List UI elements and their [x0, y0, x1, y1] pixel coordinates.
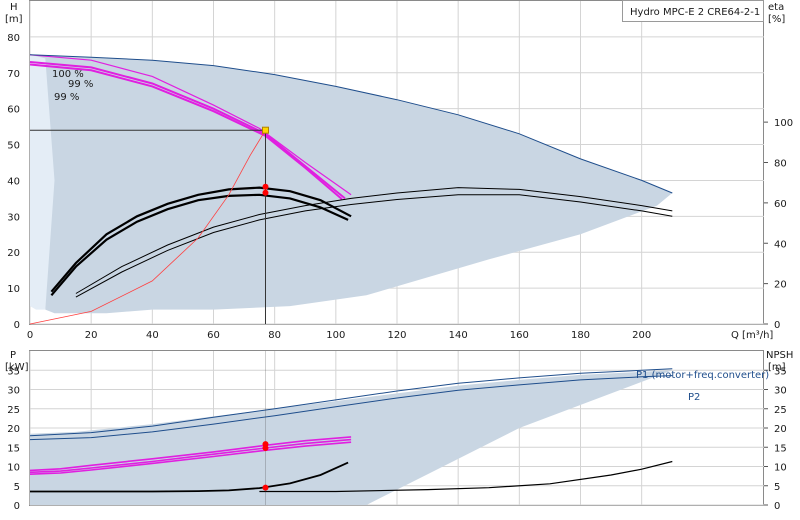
flow-tick-label: 140: [449, 330, 468, 341]
head-tick-label: 80: [7, 33, 20, 44]
flow-tick-label: 20: [85, 330, 98, 341]
flow-tick-label: 100: [326, 330, 345, 341]
flow-tick-label: 160: [510, 330, 529, 341]
eta-tick-label: 0: [774, 320, 780, 331]
head-tick-label: 70: [7, 69, 20, 80]
eta-tick-label: 100: [774, 118, 793, 129]
power-npsh-panel: 0510152025303505101520253035 P [kW] NPSH…: [5, 350, 793, 512]
p1-label: P1 (motor+freq.converter): [636, 370, 769, 381]
flow-tick-label: 200: [632, 330, 651, 341]
head-tick-label: 30: [7, 212, 20, 223]
head-tick-label: 40: [7, 176, 20, 187]
eta-tick-label: 80: [774, 159, 787, 170]
head-tick-label: 10: [7, 284, 20, 295]
head-tick-label: 50: [7, 141, 20, 152]
npsh-point-marker: [262, 484, 269, 491]
power-tick-label: 15: [7, 443, 20, 454]
eta-axis-label: eta: [768, 2, 784, 13]
flow-tick-label: 60: [207, 330, 220, 341]
pump-performance-chart: 0 20 40 60 80 100 120 140 160 180 2000102030405060…: [5, 0, 793, 512]
npsh-tick-label: 5: [774, 482, 780, 493]
p2-label: P2: [688, 392, 700, 403]
eta-tick-label: 60: [774, 199, 787, 210]
head-axis-unit: [m]: [5, 14, 23, 25]
flow-tick-label: 40: [146, 330, 159, 341]
speed-label-99b: 99 %: [54, 92, 79, 103]
eta-point-marker: [262, 183, 269, 190]
power-axis-unit: [kW]: [5, 362, 29, 373]
head-tick-label: 20: [7, 248, 20, 259]
flow-tick-label: 120: [387, 330, 406, 341]
power-tick-label: 30: [7, 386, 20, 397]
head-tick-label: 60: [7, 105, 20, 116]
head-efficiency-panel: 0 20 40 60 80 100 120 140 160 180 2000102030405060…: [5, 0, 793, 341]
npsh-tick-label: 15: [774, 443, 787, 454]
flow-tick-label: 0: [27, 330, 33, 341]
npsh-tick-label: 30: [774, 386, 787, 397]
power-point-marker: [262, 445, 269, 452]
eta-axis-unit: [%]: [768, 14, 785, 25]
head-axis-label: H: [10, 2, 18, 13]
npsh-axis-label: NPSH: [766, 350, 793, 361]
power-tick-label: 0: [14, 501, 20, 512]
power-tick-label: 10: [7, 463, 20, 474]
power-tick-label: 25: [7, 405, 20, 416]
flow-axis-label: Q [m³/h]: [731, 330, 773, 341]
eta-point-marker: [262, 189, 269, 196]
head-tick-label: 0: [14, 320, 20, 331]
operating-point-marker: [261, 126, 269, 134]
flow-tick-label: 180: [571, 330, 590, 341]
power-tick-label: 20: [7, 424, 20, 435]
chart-title: Hydro MPC-E 2 CRE64-2-1: [630, 7, 760, 18]
speed-label-99a: 99 %: [68, 79, 93, 90]
npsh-tick-label: 25: [774, 405, 787, 416]
npsh-tick-label: 20: [774, 424, 787, 435]
npsh-axis-unit: [m]: [768, 362, 786, 373]
power-axis-label: P: [10, 350, 16, 361]
eta-tick-label: 20: [774, 280, 787, 291]
power-tick-label: 5: [14, 482, 20, 493]
npsh-tick-label: 0: [774, 501, 780, 512]
flow-tick-label: 80: [268, 330, 281, 341]
npsh-tick-label: 10: [774, 463, 787, 474]
eta-tick-label: 40: [774, 239, 787, 250]
